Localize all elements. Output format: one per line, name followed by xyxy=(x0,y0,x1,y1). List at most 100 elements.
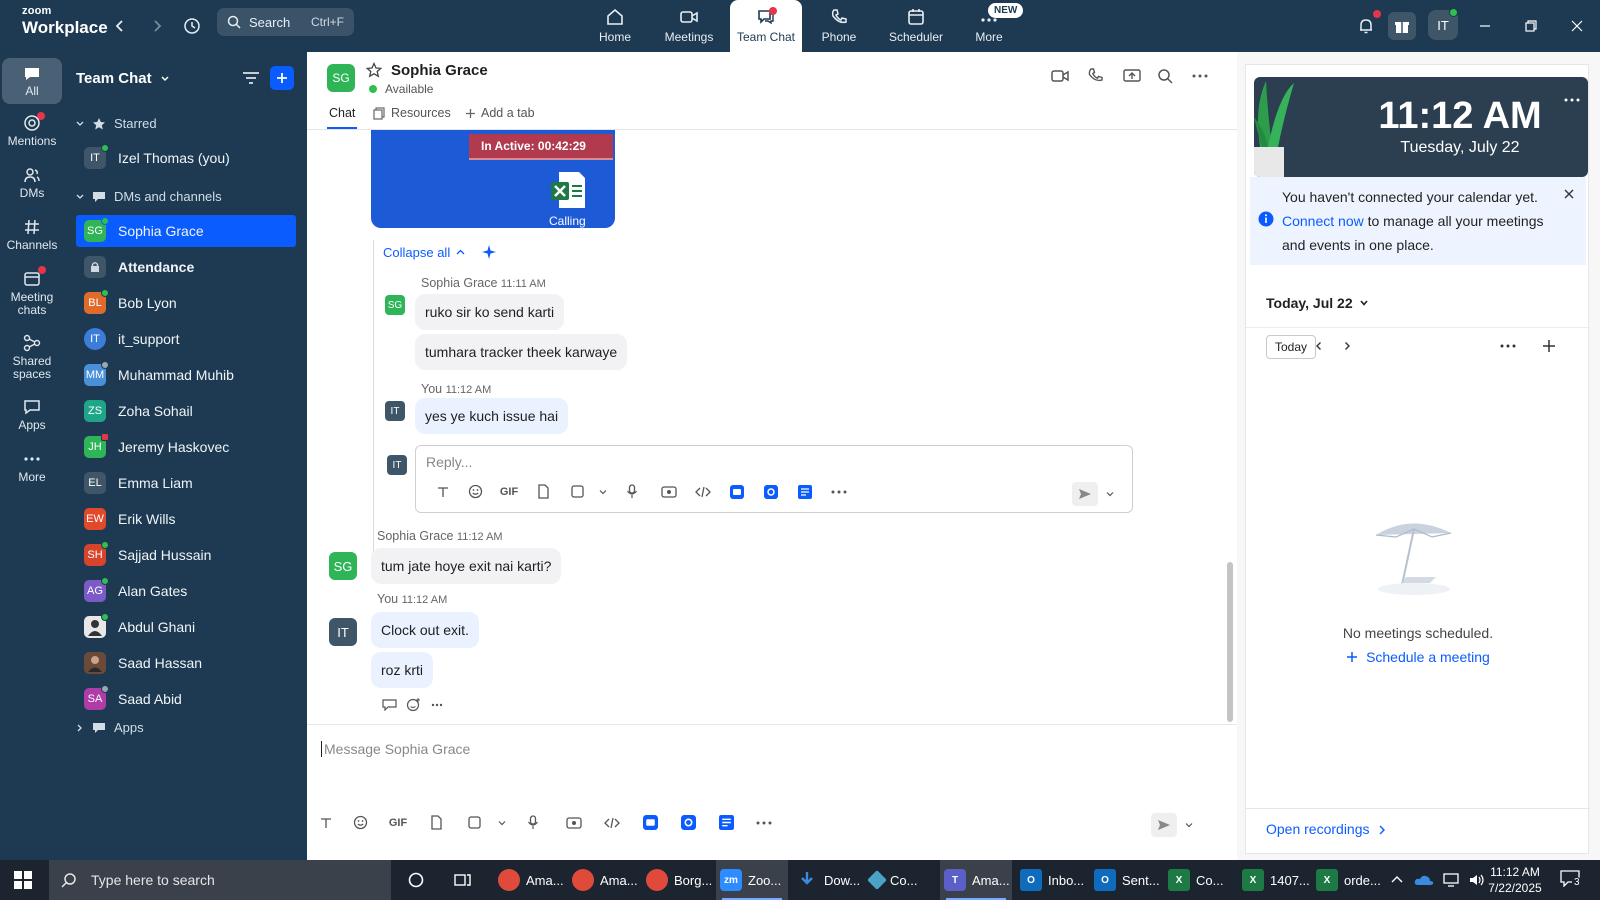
attachment-image[interactable]: In Active: 00:42:29 Calling xyxy=(371,130,615,228)
reply-thread-icon[interactable] xyxy=(377,698,401,711)
taskbar-app-co[interactable]: Co... xyxy=(866,860,938,900)
taskbar-app-teams[interactable]: T Ama... xyxy=(940,860,1012,900)
taskbar-app-excel-1[interactable]: X Co... xyxy=(1164,860,1236,900)
sender-avatar[interactable]: IT xyxy=(329,618,357,646)
message-more-icon[interactable] xyxy=(425,703,449,707)
app-shortcut-icon[interactable] xyxy=(707,815,745,830)
star-outline-icon[interactable] xyxy=(365,61,383,81)
apps-section-header[interactable]: Apps xyxy=(76,720,144,735)
message-input[interactable]: Message Sophia Grace xyxy=(321,741,470,757)
minimize-icon[interactable] xyxy=(1470,12,1500,40)
sidebar-item-saad-abid[interactable]: SA Saad Abid xyxy=(76,683,296,715)
nav-scheduler[interactable]: Scheduler xyxy=(878,0,954,52)
team-chat-title[interactable]: Team Chat xyxy=(76,70,170,87)
app-shortcut-icon[interactable] xyxy=(631,815,669,830)
taskbar-app-chrome-2[interactable]: Ama... xyxy=(568,860,640,900)
more-options-icon[interactable] xyxy=(1192,68,1208,87)
chevron-left-icon[interactable] xyxy=(1314,341,1324,351)
sidebar-item-alan-gates[interactable]: AG Alan Gates xyxy=(76,575,296,607)
sidebar-item-muhammad-muhib[interactable]: MM Muhammad Muhib xyxy=(76,359,296,391)
collapse-all-link[interactable]: Collapse all xyxy=(383,244,497,260)
filter-icon[interactable] xyxy=(242,70,260,89)
day-selector[interactable]: Today, Jul 22 xyxy=(1266,295,1369,311)
sidebar-item-saad-hassan[interactable]: Saad Hassan xyxy=(76,647,296,679)
search-chat-icon[interactable] xyxy=(1157,68,1173,87)
history-icon[interactable] xyxy=(178,12,206,40)
task-view-icon[interactable] xyxy=(450,860,474,900)
screenshot-icon[interactable] xyxy=(455,815,493,830)
tab-chat[interactable]: Chat xyxy=(326,106,358,129)
chevron-down-icon[interactable] xyxy=(594,488,612,496)
app-shortcut-icon[interactable] xyxy=(669,815,707,830)
rail-shared-spaces[interactable]: Shared spaces xyxy=(2,334,62,381)
add-event-icon[interactable] xyxy=(1542,339,1556,353)
sidebar-item-erik-wills[interactable]: EW Erik Wills xyxy=(76,503,296,535)
add-reaction-icon[interactable] xyxy=(401,697,425,712)
taskbar-clock[interactable]: 11:12 AM 7/22/2025 xyxy=(1476,864,1554,896)
taskbar-app-chrome-3[interactable]: Borg... xyxy=(642,860,714,900)
dms-section-header[interactable]: DMs and channels xyxy=(76,189,222,204)
share-screen-icon[interactable] xyxy=(1123,68,1141,87)
contact-avatar[interactable]: SG xyxy=(327,64,355,92)
reply-input[interactable]: Reply... xyxy=(426,454,472,470)
rail-meeting-chats[interactable]: Meeting chats xyxy=(2,270,62,317)
taskbar-app-outlook-sent[interactable]: O Sent... xyxy=(1090,860,1162,900)
taskbar-app-excel-2[interactable]: X 1407... xyxy=(1238,860,1310,900)
taskbar-search[interactable]: Type here to search xyxy=(49,860,391,900)
today-button[interactable]: Today xyxy=(1266,335,1317,359)
text-format-icon[interactable] xyxy=(311,817,341,829)
emoji-icon[interactable] xyxy=(458,484,492,499)
rail-apps[interactable]: Apps xyxy=(2,398,62,432)
tab-resources[interactable]: Resources xyxy=(373,106,451,120)
taskbar-app-zoom[interactable]: zm Zoo... xyxy=(716,860,788,900)
schedule-meeting-link[interactable]: Schedule a meeting xyxy=(1246,649,1590,665)
send-icon[interactable] xyxy=(1072,482,1098,506)
cortana-icon[interactable] xyxy=(404,860,428,900)
connect-now-link[interactable]: Connect now xyxy=(1282,213,1364,229)
sidebar-item-sajjad-hussain[interactable]: SH Sajjad Hussain xyxy=(76,539,296,571)
send-icon[interactable] xyxy=(1151,813,1177,837)
rail-channels[interactable]: Channels xyxy=(2,218,62,252)
microphone-icon[interactable] xyxy=(612,484,652,499)
phone-call-icon[interactable] xyxy=(1087,68,1103,87)
ai-sparkle-icon[interactable] xyxy=(481,244,497,260)
back-icon[interactable] xyxy=(106,12,134,40)
onedrive-icon[interactable] xyxy=(1414,873,1434,887)
gif-icon[interactable]: GIF xyxy=(379,817,417,829)
taskbar-app-excel-3[interactable]: X orde... xyxy=(1312,860,1384,900)
sidebar-item-izel-thomas[interactable]: IT Izel Thomas (you) xyxy=(76,142,296,174)
message-bubble[interactable]: tumhara tracker theek karwaye xyxy=(415,334,628,370)
screenshot-icon[interactable] xyxy=(560,484,594,499)
video-call-icon[interactable] xyxy=(1051,68,1069,87)
nav-team-chat[interactable]: Team Chat xyxy=(730,0,802,52)
chevron-down-icon[interactable] xyxy=(1098,490,1122,498)
windows-start-icon[interactable] xyxy=(14,871,32,892)
message-bubble[interactable]: Clock out exit. xyxy=(371,612,479,648)
chevron-up-icon[interactable] xyxy=(1390,873,1404,887)
message-bubble[interactable]: roz krti xyxy=(371,652,433,688)
more-tools-icon[interactable] xyxy=(822,490,856,494)
sidebar-item-abdul-ghani[interactable]: Abdul Ghani xyxy=(76,611,296,643)
text-format-icon[interactable] xyxy=(428,486,458,498)
message-bubble[interactable]: ruko sir ko send karti xyxy=(415,294,565,330)
sidebar-item-it-support[interactable]: IT it_support xyxy=(76,323,296,355)
network-icon[interactable] xyxy=(1442,873,1460,887)
app-shortcut-icon[interactable] xyxy=(720,484,754,499)
code-snippet-icon[interactable] xyxy=(686,486,720,498)
forward-icon[interactable] xyxy=(143,12,171,40)
taskbar-app-outlook-inbox[interactable]: O Inbo... xyxy=(1016,860,1088,900)
chevron-down-icon[interactable] xyxy=(1177,821,1201,829)
more-tools-icon[interactable] xyxy=(745,821,783,825)
video-message-icon[interactable] xyxy=(652,485,686,498)
tab-add[interactable]: Add a tab xyxy=(465,106,535,120)
new-chat-button[interactable] xyxy=(270,66,294,90)
restore-icon[interactable] xyxy=(1516,12,1546,40)
notification-center-icon[interactable]: 3 xyxy=(1560,869,1582,891)
starred-section-header[interactable]: Starred xyxy=(76,116,157,131)
close-icon[interactable] xyxy=(1564,189,1574,199)
app-shortcut-icon[interactable] xyxy=(754,484,788,499)
rail-more[interactable]: More xyxy=(2,450,62,484)
video-message-icon[interactable] xyxy=(555,816,593,829)
taskbar-app-downloads[interactable]: Dow... xyxy=(792,860,864,900)
sidebar-item-emma-liam[interactable]: EL Emma Liam xyxy=(76,467,296,499)
